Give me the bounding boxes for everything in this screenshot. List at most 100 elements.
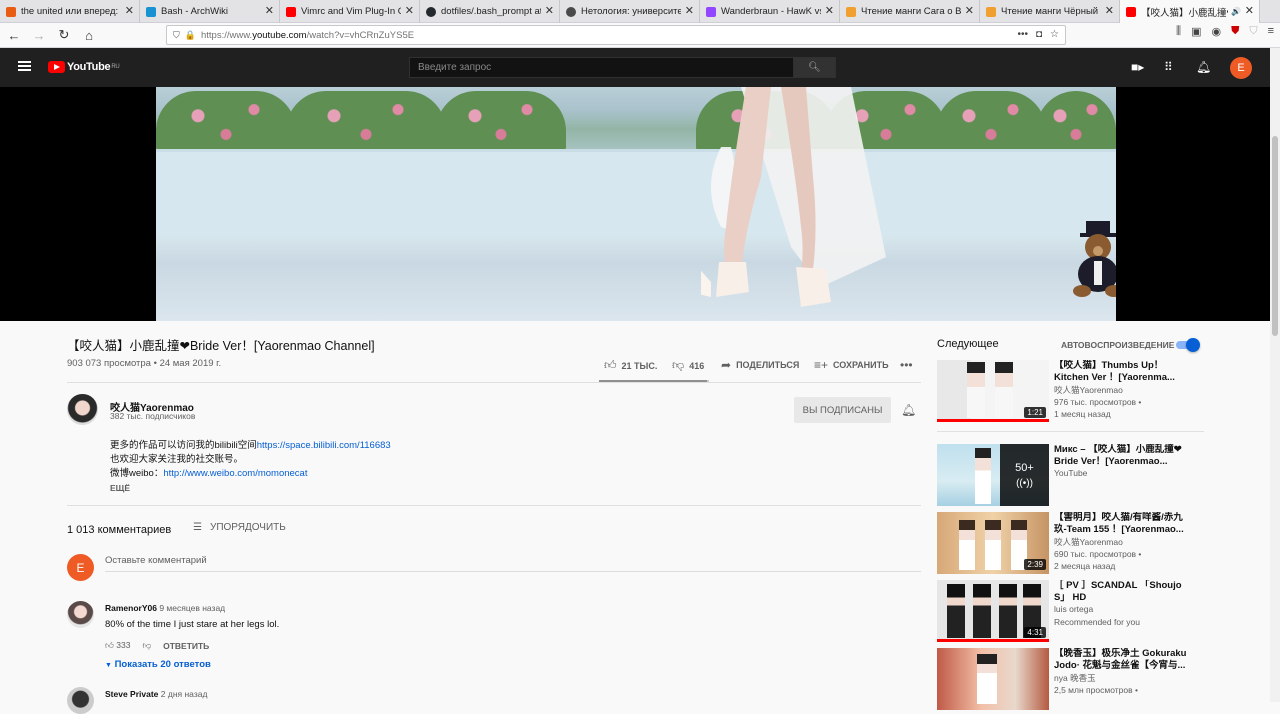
library-icon[interactable]: ⫼ bbox=[1176, 25, 1181, 38]
lock-icon[interactable]: 🔒 bbox=[185, 30, 196, 41]
youtube-logo[interactable]: YouTube RU bbox=[48, 61, 120, 73]
speaker-icon[interactable]: 🔊 bbox=[1231, 7, 1241, 16]
video-thumbnail[interactable]: 1:21 bbox=[937, 360, 1049, 422]
close-tab-icon[interactable]: ✕ bbox=[125, 4, 134, 17]
user-avatar[interactable]: E bbox=[1230, 57, 1252, 79]
description-line: 也欢迎大家关注我的社交账号。 bbox=[110, 454, 244, 465]
comment-time[interactable]: 2 дня назад bbox=[161, 689, 208, 699]
browser-tab[interactable]: Чтение манги Сага о Вин ✕ bbox=[840, 0, 980, 23]
browser-tab[interactable]: Нетология: университет и ✕ bbox=[560, 0, 700, 23]
recommended-title[interactable]: ［ PV ］SCANDAL 「Shoujo S」 HD bbox=[1054, 580, 1194, 604]
url-prefix: https://www. bbox=[200, 29, 253, 41]
close-tab-icon[interactable]: ✕ bbox=[685, 4, 694, 17]
browser-tab[interactable]: Wanderbraun - HawK vs N ✕ bbox=[700, 0, 840, 23]
commenter-avatar[interactable] bbox=[67, 687, 94, 714]
video-player[interactable] bbox=[0, 87, 1270, 321]
comment-author[interactable]: RamenorY06 bbox=[105, 603, 157, 613]
more-actions-button[interactable]: ••• bbox=[900, 358, 913, 372]
notifications-bell-icon[interactable]: 🔔︎ bbox=[1196, 60, 1211, 74]
comment-like-button[interactable]: 👍︎ 333 bbox=[105, 640, 130, 651]
bilibili-link[interactable]: https://space.bilibili.com/116683 bbox=[257, 440, 391, 451]
recommended-video[interactable]: 2:39 【害明月】咬人猫/有咩酱/赤九玖-Team 155 ！[Yaorenm… bbox=[937, 512, 1197, 574]
recommended-title[interactable]: 【晚香玉】极乐净土 Gokuraku Jodo· 花魁与金丝雀【今宵与... bbox=[1054, 648, 1194, 672]
shield-icon[interactable]: ⛉ bbox=[173, 30, 180, 41]
share-icon: ➦ bbox=[721, 358, 732, 372]
tab-favicon bbox=[6, 6, 16, 17]
close-tab-icon[interactable]: ✕ bbox=[545, 4, 554, 17]
recommended-title[interactable]: 【咬人猫】Thumbs Up！Kitchen Ver ！[Yaorenma... bbox=[1054, 360, 1194, 384]
add-comment-input[interactable]: Оставьте комментарий bbox=[105, 555, 921, 572]
back-icon[interactable]: ← bbox=[3, 24, 25, 46]
hamburger-menu-icon[interactable] bbox=[18, 61, 31, 71]
comment-dislike-icon[interactable]: 👎︎ bbox=[142, 640, 151, 651]
show-more-button[interactable]: ЕЩЁ bbox=[110, 483, 130, 493]
ublock-icon[interactable]: ⛊ bbox=[1231, 25, 1239, 38]
dancer-figure bbox=[701, 87, 886, 307]
channel-avatar[interactable] bbox=[67, 394, 98, 425]
reload-icon[interactable]: ↻ bbox=[53, 24, 75, 46]
browser-tab[interactable]: Чтение манги Чёрный кл ✕ bbox=[980, 0, 1120, 23]
bookmark-star-icon[interactable]: ☆ bbox=[1050, 29, 1059, 40]
close-tab-icon[interactable]: ✕ bbox=[825, 4, 834, 17]
recommended-title[interactable]: 【害明月】咬人猫/有咩酱/赤九玖-Team 155 ！[Yaorenmao... bbox=[1054, 512, 1194, 536]
close-tab-icon[interactable]: ✕ bbox=[405, 4, 414, 17]
weibo-link[interactable]: http://www.weibo.com/momonecat bbox=[163, 468, 307, 479]
pocket-icon[interactable]: ◘ bbox=[1036, 29, 1042, 40]
url-bar[interactable]: ⛉ 🔒 https://www.youtube.com/watch?v=vhCR… bbox=[166, 25, 1066, 45]
recommended-channel[interactable]: 咬人猫Yaorenmao bbox=[1054, 384, 1123, 396]
description-line: 更多的作品可以访问我的bilibili空间https://space.bilib… bbox=[110, 437, 391, 451]
page-actions-icon[interactable]: ••• bbox=[1017, 29, 1028, 40]
commenter-avatar[interactable] bbox=[67, 601, 94, 628]
browser-tab-active[interactable]: 【咬人猫】小鹿乱撞❤ 🔊 ✕ bbox=[1120, 0, 1260, 23]
comment-time[interactable]: 9 месяцев назад bbox=[159, 603, 225, 613]
close-tab-icon[interactable]: ✕ bbox=[1245, 4, 1254, 17]
share-button[interactable]: ➦ ПОДЕЛИТЬСЯ bbox=[721, 358, 799, 372]
page-scrollbar[interactable] bbox=[1270, 48, 1280, 702]
sort-comments-button[interactable]: ☰ УПОРЯДОЧИТЬ bbox=[193, 522, 286, 533]
recommended-channel[interactable]: YouTube bbox=[1054, 468, 1087, 478]
recommended-channel[interactable]: nya 晚香玉 bbox=[1054, 672, 1096, 684]
menu-icon[interactable]: ≡ bbox=[1268, 25, 1274, 38]
subscribe-button[interactable]: ВЫ ПОДПИСАНЫ bbox=[794, 397, 891, 423]
comment-author[interactable]: Steve Private bbox=[105, 689, 158, 699]
recommended-channel[interactable]: luis ortega bbox=[1054, 604, 1093, 614]
recommended-video[interactable]: 1:21 【咬人猫】Thumbs Up！Kitchen Ver ！[Yaoren… bbox=[937, 360, 1197, 422]
youtube-header: YouTube RU Введите запрос 🔍︎ ■▸ ⠿ 🔔︎ E bbox=[0, 48, 1270, 87]
save-button[interactable]: ≡+ СОХРАНИТЬ bbox=[814, 358, 889, 372]
video-thumbnail[interactable]: 2:39 bbox=[937, 512, 1049, 574]
tab-favicon bbox=[1126, 6, 1136, 17]
account-icon[interactable]: ◉ bbox=[1211, 25, 1221, 38]
close-tab-icon[interactable]: ✕ bbox=[965, 4, 974, 17]
video-thumbnail[interactable]: 4:31 bbox=[937, 580, 1049, 642]
scrollbar-thumb[interactable] bbox=[1272, 136, 1278, 336]
close-tab-icon[interactable]: ✕ bbox=[265, 4, 274, 17]
browser-tab[interactable]: dotfiles/.bash_prompt at m ✕ bbox=[420, 0, 560, 23]
browser-tab[interactable]: the united или вперед: пер ✕ bbox=[0, 0, 140, 23]
video-frame[interactable] bbox=[156, 87, 1116, 321]
recommended-title[interactable]: Микс – 【咬人猫】小鹿乱撞❤Bride Ver！[Yaorenmao... bbox=[1054, 444, 1194, 468]
notification-bell-icon[interactable]: 🔔︎ bbox=[901, 403, 916, 417]
create-video-icon[interactable]: ■▸ bbox=[1131, 60, 1144, 74]
extension-icon[interactable]: ⛉ bbox=[1249, 25, 1257, 38]
recommended-video[interactable]: 4:31 ［ PV ］SCANDAL 「Shoujo S」 HD luis or… bbox=[937, 580, 1197, 642]
like-button[interactable]: 👍︎ 21 ТЫС. bbox=[604, 358, 657, 373]
autoplay-toggle[interactable] bbox=[1176, 338, 1200, 352]
reply-button[interactable]: ОТВЕТИТЬ bbox=[163, 641, 209, 651]
video-thumbnail[interactable] bbox=[937, 648, 1049, 710]
browser-tab[interactable]: Vimrc and Vim Plug-In Ove ✕ bbox=[280, 0, 420, 23]
home-icon[interactable]: ⌂ bbox=[78, 24, 100, 46]
recommended-channel[interactable]: 咬人猫Yaorenmao bbox=[1054, 536, 1123, 548]
sidebar-icon[interactable]: ▣ bbox=[1191, 25, 1201, 38]
close-tab-icon[interactable]: ✕ bbox=[1105, 4, 1114, 17]
recommended-mix[interactable]: 50+ ((•)) Микс – 【咬人猫】小鹿乱撞❤Bride Ver！[Yao… bbox=[937, 444, 1197, 506]
forward-icon[interactable]: → bbox=[28, 24, 50, 46]
show-replies-button[interactable]: ▼ Показать 20 ответов bbox=[105, 659, 211, 670]
dislike-button[interactable]: 👎︎ 416 bbox=[672, 358, 704, 373]
search-input[interactable]: Введите запрос bbox=[409, 57, 794, 78]
recommended-video[interactable]: 【晚香玉】极乐净土 Gokuraku Jodo· 花魁与金丝雀【今宵与... n… bbox=[937, 648, 1197, 710]
apps-icon[interactable]: ⠿ bbox=[1164, 60, 1173, 74]
browser-tab[interactable]: Bash - ArchWiki ✕ bbox=[140, 0, 280, 23]
video-thumbnail[interactable]: 50+ ((•)) bbox=[937, 444, 1049, 506]
search-button[interactable]: 🔍︎ bbox=[793, 57, 836, 78]
subscriber-count: 382 тыс. подписчиков bbox=[110, 411, 196, 421]
